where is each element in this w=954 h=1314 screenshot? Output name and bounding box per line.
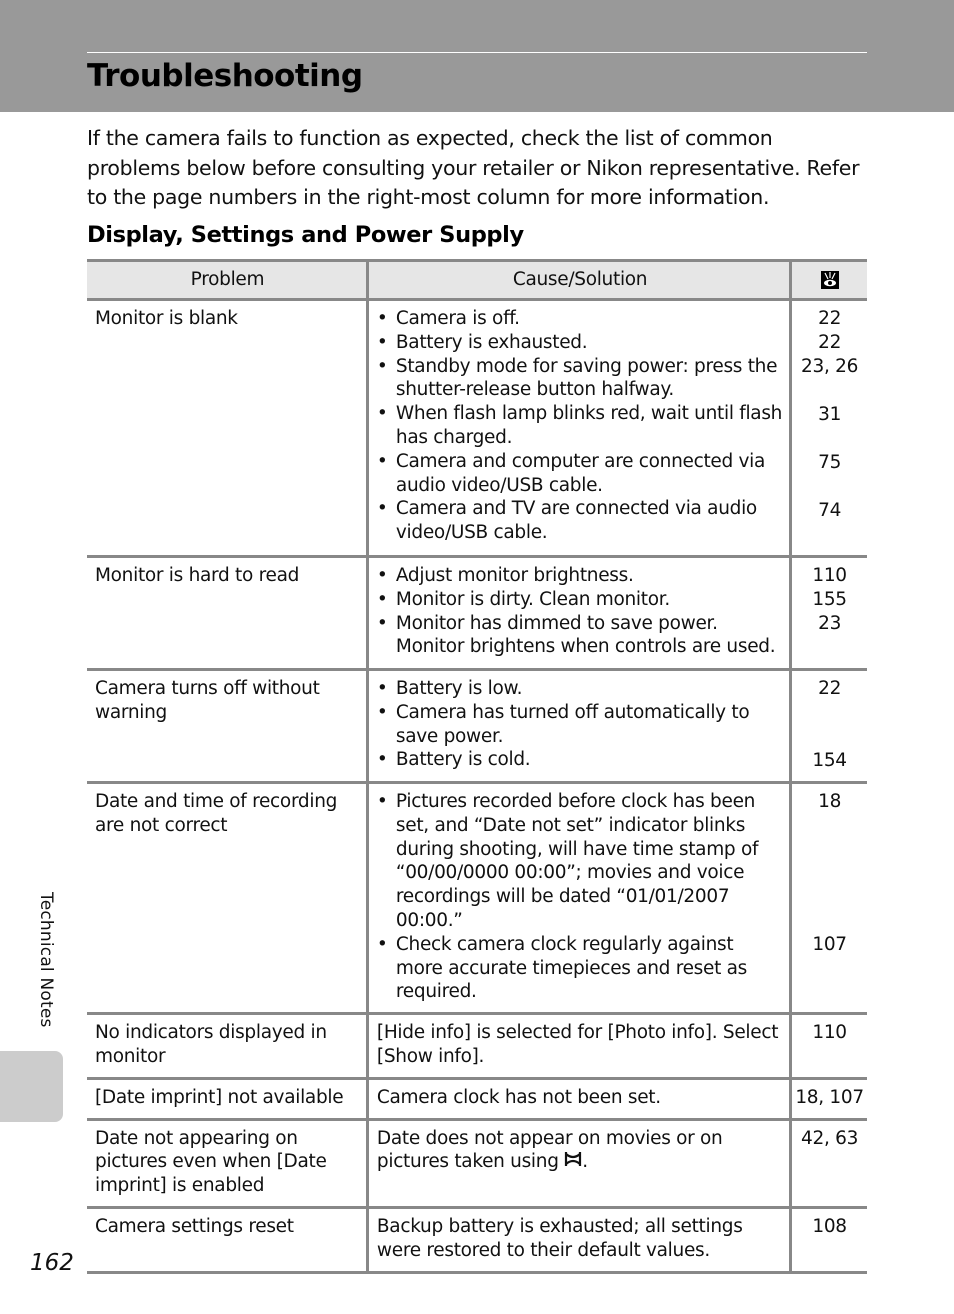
page-reference: 22: [818, 332, 842, 353]
page-reference: 22: [818, 308, 842, 329]
cause-item: Standby mode for saving power: press the…: [377, 355, 783, 403]
page-header: Troubleshooting: [0, 0, 954, 112]
page-reference-cell: 108: [789, 1207, 867, 1274]
header-page-reference: [789, 259, 867, 301]
page-reference: 154: [812, 750, 847, 771]
cause-text: Date does not appear on movies or on pic…: [376, 1127, 723, 1173]
cause-list: Adjust monitor brightness.Monitor is dir…: [377, 564, 783, 659]
page-reference: 31: [818, 404, 842, 425]
table-row: Monitor is hard to readAdjust monitor br…: [87, 556, 867, 671]
section-title: Display, Settings and Power Supply: [87, 222, 524, 248]
cause-solution-cell: Date does not appear on movies or on pic…: [365, 1119, 791, 1209]
table-row: Date not appearing on pictures even when…: [87, 1119, 867, 1209]
table-row: Camera turns off without warningBattery …: [87, 669, 867, 784]
page-reference-cell: 22 22 23, 26 31 75 74: [789, 299, 867, 558]
page-reference: 74: [818, 500, 842, 521]
page-number: 162: [30, 1250, 74, 1276]
page-reference: 18: [818, 791, 842, 812]
cause-item: Pictures recorded before clock has been …: [377, 790, 783, 933]
side-tab-label: Technical Notes: [36, 892, 56, 1028]
page-reference-icon: [820, 271, 839, 290]
cause-text: [Hide info] is selected for [Photo info]…: [376, 1022, 779, 1067]
page-reference-cell: 110 155 23: [789, 556, 867, 671]
table-row: Date and time of recording are not corre…: [87, 782, 867, 1016]
troubleshooting-table: Problem Cause/Solution Monitor is blankC…: [87, 259, 867, 1274]
table-row: [Date imprint] not available Camera clock…: [87, 1078, 867, 1121]
cause-solution-cell: Battery is low.Camera has turned off aut…: [365, 669, 791, 784]
intro-paragraph: If the camera fails to function as expec…: [87, 126, 860, 209]
problem-cell: Date not appearing on pictures even when…: [87, 1119, 368, 1209]
cause-solution-cell: Backup battery is exhausted; all setting…: [365, 1207, 791, 1274]
cause-item: Camera has turned off automatically to s…: [377, 701, 783, 749]
cause-item: Monitor is dirty. Clean monitor.: [377, 588, 783, 612]
problem-cell: [Date imprint] not available: [87, 1078, 368, 1121]
page-reference: 18, 107: [795, 1086, 864, 1108]
page-title: Troubleshooting: [87, 58, 363, 94]
table-header-row: Problem Cause/Solution: [87, 259, 867, 301]
cause-solution-cell: [Hide info] is selected for [Photo info]…: [365, 1013, 791, 1080]
page-reference-cell: 18 107: [789, 782, 867, 1016]
cause-list: Camera is off.Battery is exhausted.Stand…: [377, 307, 783, 545]
cause-item: Camera and computer are connected via au…: [377, 450, 783, 498]
page-reference: 23: [818, 613, 842, 634]
cause-item: When flash lamp blinks red, wait until f…: [377, 402, 783, 450]
problem-cell: No indicators displayed in monitor: [87, 1013, 368, 1080]
cause-item: Camera and TV are connected via audio vi…: [377, 497, 783, 545]
cause-item: Battery is low.: [377, 677, 783, 701]
cause-item: Camera is off.: [377, 307, 783, 331]
page-reference: 155: [812, 589, 847, 610]
page-reference-cell: 18, 107: [789, 1078, 867, 1121]
page-reference: [792, 701, 867, 749]
page-reference: 22: [818, 678, 842, 699]
cause-item: Monitor has dimmed to save power. Monito…: [377, 612, 783, 660]
page-reference: 110: [812, 1022, 847, 1044]
cause-text: Backup battery is exhausted; all setting…: [376, 1215, 743, 1261]
cause-item: Check camera clock regularly against mor…: [377, 933, 783, 1004]
side-tab: [0, 1051, 63, 1122]
table-row: Monitor is blankCamera is off.Battery is…: [87, 299, 867, 558]
page-reference: 107: [812, 934, 847, 955]
problem-cell: Monitor is blank: [87, 299, 368, 558]
problem-cell: Camera turns off without warning: [87, 669, 368, 784]
cause-text: Camera clock has not been set.: [376, 1086, 661, 1108]
page-reference: 75: [818, 452, 842, 473]
table-row: No indicators displayed in monitor [Hide …: [87, 1013, 867, 1080]
cause-solution-cell: Adjust monitor brightness.Monitor is dir…: [365, 556, 791, 671]
page-reference-cell: 110: [789, 1013, 867, 1080]
header-problem: Problem: [87, 259, 368, 301]
cause-item: Battery is exhausted.: [377, 331, 783, 355]
cause-suffix: .: [582, 1151, 588, 1173]
page-reference: 108: [812, 1215, 847, 1237]
cause-solution-cell: Camera is off.Battery is exhausted.Stand…: [365, 299, 791, 558]
header-cause-solution: Cause/Solution: [365, 259, 791, 301]
panorama-assist-icon: [564, 1150, 582, 1174]
table-row: Camera settings reset Backup battery is e…: [87, 1207, 867, 1274]
problem-cell: Camera settings reset: [87, 1207, 368, 1274]
cause-list: Battery is low.Camera has turned off aut…: [377, 677, 783, 772]
page-reference: 42, 63: [801, 1127, 859, 1149]
page-reference-cell: 22 154: [789, 669, 867, 784]
problem-cell: Monitor is hard to read: [87, 556, 368, 671]
problem-cell: Date and time of recording are not corre…: [87, 782, 368, 1016]
cause-list: Pictures recorded before clock has been …: [377, 790, 783, 1004]
page-reference: 110: [812, 565, 847, 586]
page-reference-cell: 42, 63: [789, 1119, 867, 1209]
header-rule: [87, 52, 867, 53]
cause-solution-cell: Camera clock has not been set.: [365, 1078, 791, 1121]
cause-item: Adjust monitor brightness.: [377, 564, 783, 588]
page-reference: 23, 26: [801, 356, 859, 377]
cause-item: Battery is cold.: [377, 748, 783, 772]
cause-solution-cell: Pictures recorded before clock has been …: [365, 782, 791, 1016]
